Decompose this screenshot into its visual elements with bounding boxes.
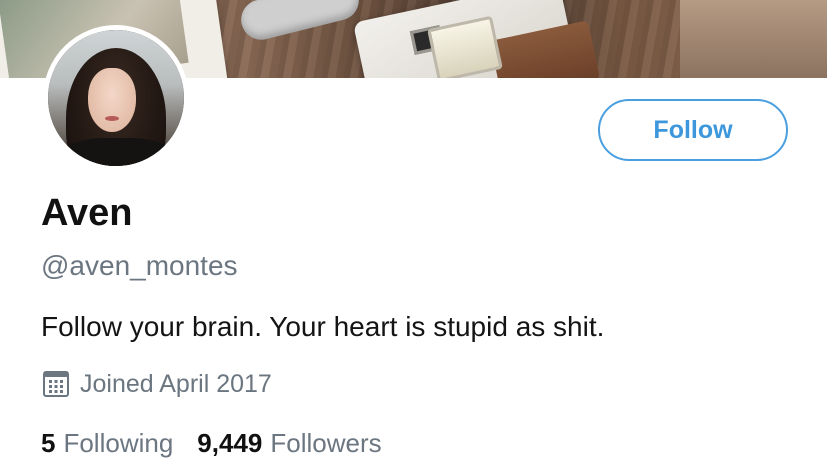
joined-date: Joined April 2017 (41, 368, 272, 400)
following-count: 5 (41, 428, 56, 458)
following-link[interactable]: 5 Following (41, 428, 173, 459)
profile-name: Aven (41, 192, 133, 234)
followers-link[interactable]: 9,449 Followers (197, 428, 381, 459)
calendar-icon (43, 371, 69, 397)
profile-handle: @aven_montes (41, 250, 238, 281)
profile-stats: 5 Following 9,449 Followers (41, 428, 382, 459)
follow-button[interactable]: Follow (598, 99, 788, 161)
avatar[interactable] (43, 25, 189, 171)
joined-label: Joined April 2017 (80, 369, 272, 398)
banner-wood-plank (680, 0, 827, 78)
followers-label: Followers (270, 428, 382, 458)
followers-count: 9,449 (197, 428, 263, 458)
profile-page: Follow Aven @aven_montes Follow your bra… (0, 0, 827, 465)
profile-bio: Follow your brain. Your heart is stupid … (41, 311, 605, 342)
following-label: Following (63, 428, 174, 458)
